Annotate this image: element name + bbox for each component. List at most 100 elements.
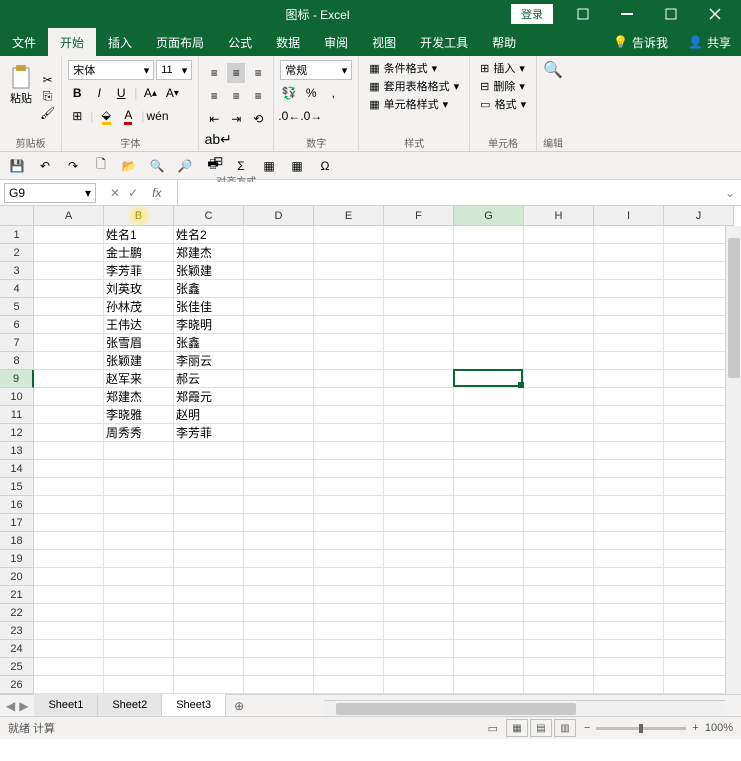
cell[interactable]	[524, 334, 594, 352]
copy-icon[interactable]: ⎘	[43, 89, 53, 104]
increase-font-button[interactable]: A▴	[141, 83, 159, 103]
cell[interactable]	[524, 280, 594, 298]
cell[interactable]	[594, 226, 664, 244]
cell[interactable]	[664, 334, 734, 352]
decrease-decimal-button[interactable]: .0→	[302, 106, 320, 126]
cell[interactable]: 赵明	[174, 406, 244, 424]
cell[interactable]	[664, 514, 734, 532]
align-top-button[interactable]: ≡	[205, 63, 223, 83]
cell[interactable]	[174, 622, 244, 640]
cell[interactable]	[244, 424, 314, 442]
cell[interactable]	[244, 406, 314, 424]
cell[interactable]: 李芳菲	[174, 424, 244, 442]
normal-view-button[interactable]: ▦	[506, 719, 528, 737]
font-color-button[interactable]: A	[119, 106, 137, 126]
cell[interactable]	[34, 676, 104, 694]
cell[interactable]	[314, 550, 384, 568]
row-header[interactable]: 8	[0, 352, 34, 370]
cell[interactable]	[454, 298, 524, 316]
cell[interactable]	[524, 676, 594, 694]
cell[interactable]	[244, 442, 314, 460]
cell[interactable]	[34, 424, 104, 442]
cell[interactable]: 李晓雅	[104, 406, 174, 424]
cell[interactable]	[244, 586, 314, 604]
cell[interactable]	[384, 424, 454, 442]
column-header[interactable]: E	[314, 206, 384, 226]
tab-dev[interactable]: 开发工具	[408, 28, 480, 56]
print-icon[interactable]: 🖶	[204, 157, 222, 175]
column-header[interactable]: D	[244, 206, 314, 226]
cell[interactable]	[594, 586, 664, 604]
tab-layout[interactable]: 页面布局	[144, 28, 216, 56]
cell[interactable]	[384, 640, 454, 658]
cell[interactable]	[384, 676, 454, 694]
omega-icon[interactable]: Ω	[316, 157, 334, 175]
cell[interactable]	[454, 586, 524, 604]
row-header[interactable]: 16	[0, 496, 34, 514]
cell[interactable]: 郑建杰	[104, 388, 174, 406]
select-all-corner[interactable]	[0, 206, 34, 226]
cell[interactable]	[174, 676, 244, 694]
cell[interactable]	[34, 658, 104, 676]
cell[interactable]	[34, 550, 104, 568]
cell[interactable]	[34, 478, 104, 496]
cell[interactable]	[174, 460, 244, 478]
cell[interactable]	[34, 244, 104, 262]
cell[interactable]	[244, 262, 314, 280]
cell[interactable]	[244, 604, 314, 622]
cell[interactable]	[454, 244, 524, 262]
cell[interactable]	[454, 568, 524, 586]
cell[interactable]	[524, 262, 594, 280]
cell[interactable]: 孙林茂	[104, 298, 174, 316]
login-button[interactable]: 登录	[511, 4, 553, 24]
macro-record-icon[interactable]: ▭	[488, 722, 498, 735]
sheet-tab-2[interactable]: Sheet2	[98, 694, 162, 717]
cell[interactable]	[34, 316, 104, 334]
fx-icon[interactable]: fx	[146, 186, 167, 200]
cell[interactable]: 张雪眉	[104, 334, 174, 352]
cell[interactable]	[244, 640, 314, 658]
cell[interactable]	[594, 280, 664, 298]
cell[interactable]	[314, 676, 384, 694]
cell[interactable]	[664, 244, 734, 262]
insert-cells-button[interactable]: ⊞插入▾	[476, 60, 530, 76]
cell[interactable]	[384, 550, 454, 568]
cell[interactable]: 李芳菲	[104, 262, 174, 280]
open-icon[interactable]: 📂	[120, 157, 138, 175]
cell[interactable]	[594, 352, 664, 370]
cell[interactable]	[524, 244, 594, 262]
cell[interactable]	[244, 370, 314, 388]
cell[interactable]	[664, 532, 734, 550]
cell[interactable]: 张颖建	[174, 262, 244, 280]
cell[interactable]	[664, 496, 734, 514]
tab-data[interactable]: 数据	[264, 28, 312, 56]
cell[interactable]	[594, 604, 664, 622]
cell[interactable]	[594, 640, 664, 658]
cell[interactable]	[314, 640, 384, 658]
cell[interactable]	[524, 316, 594, 334]
cell[interactable]	[454, 658, 524, 676]
cell[interactable]	[384, 442, 454, 460]
row-header[interactable]: 20	[0, 568, 34, 586]
font-name-combo[interactable]: 宋体▾	[68, 60, 154, 80]
find-button[interactable]: 🔍	[544, 60, 562, 80]
wrap-text-button[interactable]: ab↵	[209, 129, 227, 149]
row-header[interactable]: 22	[0, 604, 34, 622]
format-cells-button[interactable]: ▭格式▾	[476, 96, 530, 112]
cell[interactable]	[524, 514, 594, 532]
cell[interactable]	[664, 568, 734, 586]
cell[interactable]	[244, 658, 314, 676]
cell[interactable]: 刘英玫	[104, 280, 174, 298]
row-header[interactable]: 3	[0, 262, 34, 280]
cell[interactable]	[594, 496, 664, 514]
cell[interactable]	[314, 514, 384, 532]
cell[interactable]	[104, 442, 174, 460]
cell[interactable]: 王伟达	[104, 316, 174, 334]
zoom-out-button[interactable]: −	[584, 722, 590, 734]
cell[interactable]	[314, 388, 384, 406]
cell[interactable]: 李晓明	[174, 316, 244, 334]
cell[interactable]	[244, 568, 314, 586]
column-header[interactable]: H	[524, 206, 594, 226]
cell[interactable]	[454, 280, 524, 298]
cell[interactable]	[174, 640, 244, 658]
